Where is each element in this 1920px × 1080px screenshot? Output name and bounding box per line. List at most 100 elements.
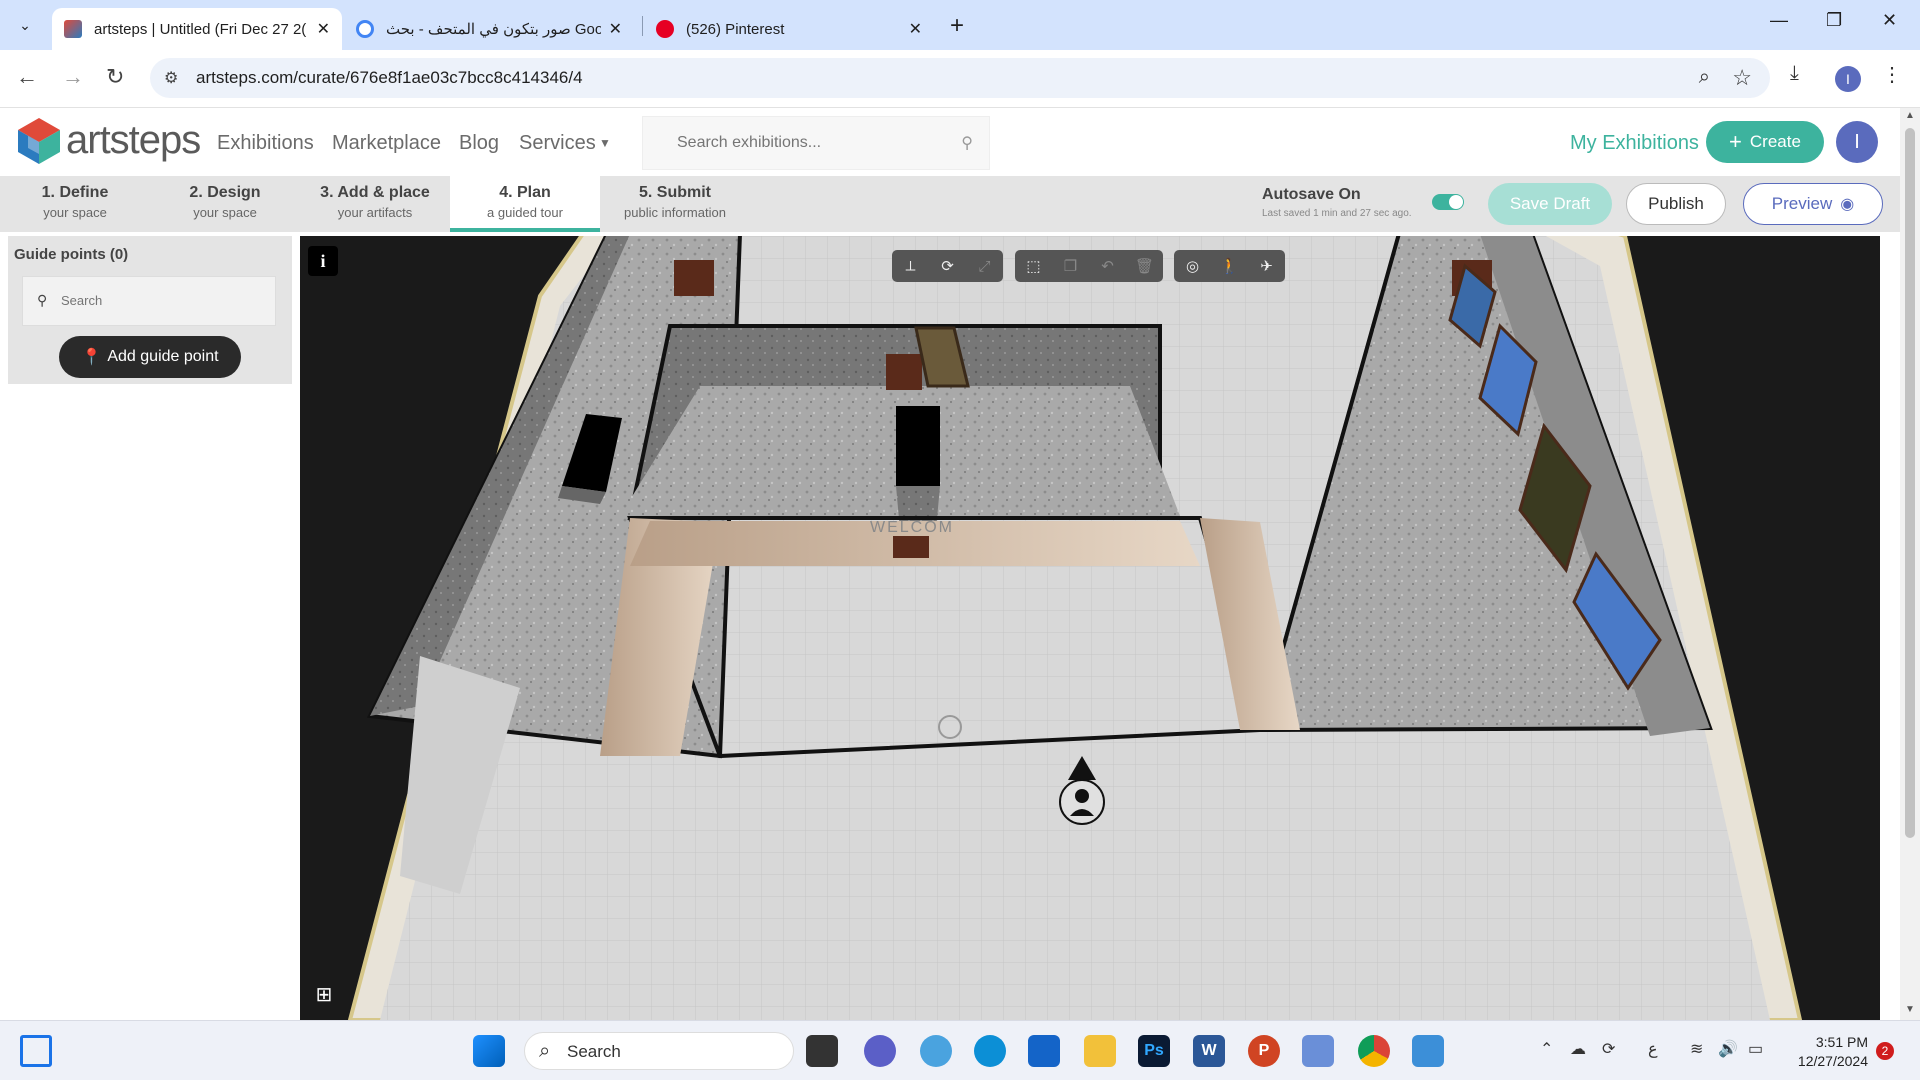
address-bar[interactable]: ⚙ artsteps.com/curate/676e8f1ae03c7bcc8c… (150, 58, 1770, 98)
file-explorer-icon[interactable] (1084, 1035, 1116, 1067)
create-label: Create (1749, 132, 1801, 151)
app-hex-icon[interactable] (1302, 1035, 1334, 1067)
exhibition-search-input[interactable] (677, 134, 937, 152)
select-icon[interactable]: ⬚ (1015, 250, 1052, 282)
guide-search: ⚲ (22, 276, 276, 326)
fullscreen-icon[interactable]: ⤢ (966, 250, 1003, 282)
task-view-icon[interactable] (806, 1035, 838, 1067)
create-button[interactable]: + Create (1706, 121, 1824, 163)
back-door (886, 354, 922, 390)
tab-pinterest[interactable]: (526) Pinterest ✕ (644, 8, 934, 50)
downloads-icon[interactable]: ⤓ (1790, 62, 1799, 85)
url-text[interactable]: artsteps.com/curate/676e8f1ae03c7bcc8c41… (196, 68, 583, 88)
tab-google-search[interactable]: صور بتكون في المتحف - بحث Google ✕ (344, 8, 634, 50)
artsteps-favicon-icon (64, 20, 82, 38)
wifi-icon[interactable]: ≋ (1690, 1039, 1703, 1059)
photoshop-icon[interactable]: Ps (1138, 1035, 1170, 1067)
left-door (674, 260, 714, 296)
site-header: artsteps Exhibitions Marketplace Blog Se… (0, 108, 1900, 176)
window-close-icon[interactable]: ✕ (1882, 10, 1897, 31)
duplicate-icon[interactable]: ❐ (1052, 250, 1089, 282)
word-icon[interactable]: W (1193, 1035, 1225, 1067)
new-tab-icon[interactable]: + (950, 12, 964, 40)
step-define[interactable]: 1. Define your space (0, 176, 150, 232)
nav-exhibitions[interactable]: Exhibitions (217, 132, 314, 155)
search-icon[interactable]: ⚲ (961, 133, 973, 153)
autosave-status: Autosave On Last saved 1 min and 27 sec … (1262, 186, 1412, 219)
axis-icon[interactable]: ⟂ (892, 250, 929, 282)
volume-icon[interactable]: 🔊 (1718, 1039, 1738, 1059)
step-plan[interactable]: 4. Plan a guided tour (450, 176, 600, 232)
visitor-avatar-head (1075, 789, 1089, 803)
widgets-icon[interactable] (20, 1035, 52, 1067)
minimize-icon[interactable]: — (1770, 10, 1788, 31)
welcome-door (893, 536, 929, 558)
step-add-place[interactable]: 3. Add & place your artifacts (300, 176, 450, 232)
orbit-view-icon[interactable]: ◎ (1174, 250, 1211, 282)
gallery-3d-scene[interactable]: WELCOM (300, 236, 1880, 1020)
bookmark-star-icon[interactable]: ☆ (1732, 65, 1752, 91)
preview-label: Preview (1771, 194, 1833, 213)
tab-artsteps[interactable]: artsteps | Untitled (Fri Dec 27 2( ✕ (52, 8, 342, 50)
edge-icon[interactable] (974, 1035, 1006, 1067)
user-avatar[interactable]: I (1836, 121, 1878, 163)
rotate-icon[interactable]: ⟳ (929, 250, 966, 282)
tab-search-dropdown-icon[interactable]: ⌄ (10, 10, 40, 40)
refresh-icon[interactable]: ⟳ (1602, 1039, 1615, 1059)
preview-button[interactable]: Preview ◉ (1743, 183, 1883, 225)
artsteps-logo-icon[interactable] (14, 116, 64, 166)
step-design[interactable]: 2. Design your space (150, 176, 300, 232)
scroll-thumb[interactable] (1905, 128, 1915, 838)
restore-icon[interactable]: ❐ (1826, 10, 1842, 31)
walk-view-icon[interactable]: 🚶 (1211, 250, 1248, 282)
forward-icon[interactable]: → (62, 64, 84, 90)
3d-viewport[interactable]: WELCOM i ⊞ ⟂ ⟳ ⤢ ⬚ ❐ ↶ 🗑 ◎ 🚶 ✈ (300, 236, 1880, 1020)
notification-badge[interactable]: 2 (1876, 1042, 1894, 1060)
close-tab-icon[interactable]: ✕ (609, 19, 622, 39)
teams-icon[interactable] (864, 1035, 896, 1067)
nav-marketplace[interactable]: Marketplace (332, 132, 441, 155)
publish-button[interactable]: Publish (1626, 183, 1726, 225)
my-exhibitions-link[interactable]: My Exhibitions (1570, 132, 1699, 155)
chrome-profile-avatar[interactable]: I (1835, 66, 1861, 92)
nav-blog[interactable]: Blog (459, 132, 499, 155)
services-caret-icon[interactable]: ▼ (599, 136, 611, 150)
search-icon: ⌕ (539, 1040, 551, 1062)
nav-services[interactable]: Services (519, 132, 596, 155)
add-guide-point-label: Add guide point (107, 348, 219, 365)
show-hidden-icons-icon[interactable]: ⌃ (1540, 1039, 1553, 1059)
battery-icon[interactable]: ▭ (1748, 1039, 1763, 1059)
system-clock[interactable]: 3:51 PM 12/27/2024 (1786, 1033, 1868, 1071)
powerpoint-icon[interactable]: P (1248, 1035, 1280, 1067)
add-guide-point-button[interactable]: 📍 Add guide point (59, 336, 241, 378)
map-view-icon[interactable]: ⊞ (310, 980, 338, 1008)
step-submit[interactable]: 5. Submit public information (600, 176, 750, 232)
chrome-icon[interactable] (1358, 1035, 1390, 1067)
undo-icon[interactable]: ↶ (1089, 250, 1126, 282)
autosave-toggle[interactable] (1432, 194, 1464, 210)
guide-search-input[interactable] (61, 293, 251, 308)
scroll-up-icon[interactable]: ▲ (1905, 110, 1915, 121)
input-language[interactable]: ع (1648, 1039, 1658, 1059)
paint-app-icon[interactable] (1412, 1035, 1444, 1067)
taskbar-search[interactable]: ⌕ Search (524, 1032, 794, 1070)
delete-icon[interactable]: 🗑 (1126, 250, 1163, 282)
site-info-icon[interactable]: ⚙ (164, 68, 178, 88)
info-icon[interactable]: i (308, 246, 338, 276)
scroll-down-icon[interactable]: ▼ (1905, 1004, 1915, 1015)
save-draft-button[interactable]: Save Draft (1488, 183, 1612, 225)
reload-icon[interactable]: ↻ (106, 64, 124, 90)
logo-text[interactable]: artsteps (66, 118, 201, 163)
back-icon[interactable]: ← (16, 64, 38, 90)
chrome-menu-icon[interactable]: ⋮ (1882, 62, 1902, 87)
windows-start-icon[interactable] (473, 1035, 505, 1067)
photos-app-icon[interactable] (920, 1035, 952, 1067)
sync-error-icon[interactable]: ☁ (1570, 1039, 1586, 1059)
close-tab-icon[interactable]: ✕ (909, 19, 922, 39)
guide-points-panel: Guide points (0) ⚲ 📍 Add guide point (8, 236, 292, 384)
drone-view-icon[interactable]: ✈ (1248, 250, 1285, 282)
store-icon[interactable] (1028, 1035, 1060, 1067)
zoom-icon[interactable]: ⌕ (1699, 66, 1710, 89)
close-tab-icon[interactable]: ✕ (317, 19, 330, 39)
page-scrollbar[interactable]: ▲ ▼ (1900, 108, 1920, 1020)
